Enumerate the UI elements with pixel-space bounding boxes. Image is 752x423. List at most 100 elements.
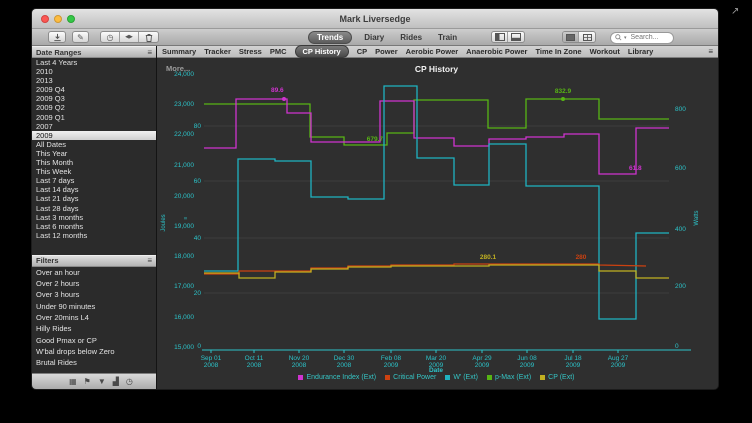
value-annotation: 832.9: [555, 88, 572, 95]
date-range-item[interactable]: 2010: [32, 67, 156, 76]
fullscreen-arrow-icon[interactable]: ↗: [731, 6, 739, 17]
tab-anaerobic-power[interactable]: Anaerobic Power: [466, 47, 527, 56]
date-range-item[interactable]: 2009 Q2: [32, 103, 156, 112]
joules-tick-label: 21,000: [174, 162, 194, 169]
sidebar-toggle-button[interactable]: [492, 32, 508, 42]
view-button-rides[interactable]: Rides: [396, 33, 426, 42]
filter-item[interactable]: Brutal Rides: [32, 357, 156, 368]
single-view-button[interactable]: [563, 32, 579, 42]
date-range-item[interactable]: Last 28 days: [32, 204, 156, 213]
split-button[interactable]: ◀▶: [120, 32, 139, 42]
x-tick-label: Jul 18: [564, 355, 582, 362]
view-button-diary[interactable]: Diary: [360, 33, 388, 42]
date-range-item[interactable]: Last 3 months: [32, 213, 156, 222]
date-range-item[interactable]: This Year: [32, 149, 156, 158]
panel-toggle-group: [491, 31, 525, 43]
tab-library[interactable]: Library: [628, 47, 653, 56]
date-range-item[interactable]: Last 12 months: [32, 231, 156, 240]
x-tick-label: Jun 08: [517, 355, 537, 362]
close-button[interactable]: [41, 15, 49, 23]
tab-bar-menu-icon[interactable]: ≡: [708, 47, 713, 56]
legend-item: Endurance Index (Ext): [298, 374, 376, 381]
tab-stress[interactable]: Stress: [239, 47, 262, 56]
date-range-item[interactable]: All Dates: [32, 140, 156, 149]
date-range-item[interactable]: Last 7 days: [32, 176, 156, 185]
calendar-icon[interactable]: ▦: [69, 378, 77, 386]
tab-time-in-zone[interactable]: Time In Zone: [535, 47, 581, 56]
tab-summary[interactable]: Summary: [162, 47, 196, 56]
date-range-item[interactable]: Last 6 months: [32, 222, 156, 231]
filters-menu-icon[interactable]: ≡: [147, 256, 152, 265]
date-range-item[interactable]: Last 21 days: [32, 194, 156, 203]
layout-style-group: [562, 31, 596, 43]
date-range-item[interactable]: 2009 Q1: [32, 113, 156, 122]
bottom-panel-toggle-button[interactable]: [508, 32, 524, 42]
date-ranges-menu-icon[interactable]: ≡: [147, 48, 152, 57]
index-tick-label: 0: [197, 343, 201, 350]
legend-label: CP (Ext): [548, 374, 574, 381]
date-range-item[interactable]: 2009: [32, 131, 156, 140]
filter-item[interactable]: W'bal drops below Zero: [32, 346, 156, 357]
filter-item[interactable]: Over 3 hours: [32, 289, 156, 300]
view-button-train[interactable]: Train: [434, 33, 461, 42]
legend-label: Endurance Index (Ext): [306, 374, 376, 381]
filter-item[interactable]: Over 20mins L4: [32, 312, 156, 323]
joules-tick-label: 16,000: [174, 314, 194, 321]
filter-item[interactable]: Hilly Rides: [32, 323, 156, 334]
tab-cp[interactable]: CP: [357, 47, 367, 56]
zoom-button[interactable]: [67, 15, 75, 23]
date-range-item[interactable]: 2007: [32, 122, 156, 131]
filter-item[interactable]: Over an hour: [32, 267, 156, 278]
search-field[interactable]: ▾: [610, 32, 674, 44]
filter-item[interactable]: Under 90 minutes: [32, 301, 156, 312]
search-scope-chevron-icon[interactable]: ▾: [624, 35, 627, 41]
compose-button[interactable]: ✎: [72, 31, 89, 43]
date-range-item[interactable]: 2009 Q4: [32, 85, 156, 94]
tab-pmc[interactable]: PMC: [270, 47, 287, 56]
minimize-button[interactable]: [54, 15, 62, 23]
joules-axis-title: Joules: [161, 214, 167, 231]
download-button[interactable]: [48, 31, 66, 43]
x-axis-title: Date: [429, 367, 443, 374]
tab-tracker[interactable]: Tracker: [204, 47, 231, 56]
stopwatch-icon: ◷: [107, 33, 114, 42]
legend-swatch: [445, 375, 450, 380]
date-range-item[interactable]: 2009 Q3: [32, 94, 156, 103]
tab-aerobic-power[interactable]: Aerobic Power: [406, 47, 459, 56]
sidebar-toggle-icon: [495, 33, 505, 41]
filter-item[interactable]: Over 2 hours: [32, 278, 156, 289]
date-range-item[interactable]: Last 14 days: [32, 185, 156, 194]
tab-power[interactable]: Power: [375, 47, 398, 56]
chart-icon[interactable]: ▟: [113, 378, 119, 386]
legend-item: W' (Ext): [445, 374, 478, 381]
value-annotation: 61.8: [629, 165, 642, 172]
legend-swatch: [298, 375, 303, 380]
filter-item[interactable]: Good Pmax or CP: [32, 335, 156, 346]
view-button-trends[interactable]: Trends: [308, 31, 352, 44]
clock-icon[interactable]: ◷: [126, 378, 133, 386]
chart-tab-bar: Summary Tracker Stress PMC CP History CP Power…: [157, 46, 718, 58]
filter-icon[interactable]: ▼: [98, 378, 106, 386]
legend-swatch: [385, 375, 390, 380]
date-range-item[interactable]: This Week: [32, 167, 156, 176]
date-range-item[interactable]: 2013: [32, 76, 156, 85]
download-icon: [53, 33, 62, 42]
joules-tick-label: 20,000: [174, 193, 194, 200]
bottom-panel-toggle-icon: [511, 33, 521, 41]
trash-icon: [145, 33, 153, 42]
split-view-icon: ◀▶: [125, 34, 133, 40]
date-range-item[interactable]: Last 4 Years: [32, 58, 156, 67]
trash-button[interactable]: [139, 32, 158, 42]
stopwatch-button[interactable]: ◷: [101, 32, 120, 42]
legend-item: Critical Power: [385, 374, 436, 381]
grid-view-button[interactable]: [579, 32, 595, 42]
search-input[interactable]: [629, 33, 669, 42]
tab-cp-history[interactable]: CP History: [295, 45, 349, 58]
tab-workout[interactable]: Workout: [590, 47, 620, 56]
date-range-item[interactable]: This Month: [32, 158, 156, 167]
joules-tick-label: 22,000: [174, 131, 194, 138]
filters-list: Over an hourOver 2 hoursOver 3 hoursUnde…: [32, 267, 156, 369]
x-tick-label: Nov 20: [289, 355, 310, 362]
legend-label: W' (Ext): [453, 374, 478, 381]
bookmark-icon[interactable]: ⚑: [84, 378, 91, 386]
